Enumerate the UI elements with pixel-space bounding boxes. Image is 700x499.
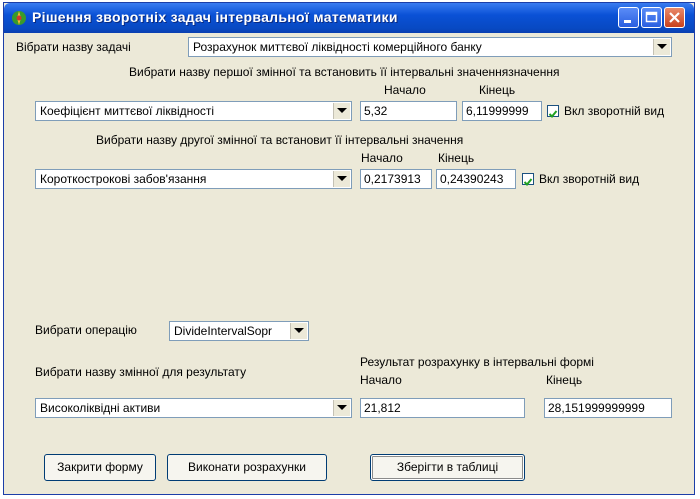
chevron-down-icon (657, 44, 667, 49)
first-var-start-input[interactable]: 5,32 (360, 101, 457, 121)
second-var-select[interactable]: Короткострокові забов'язання (35, 169, 352, 189)
close-form-button[interactable]: Закрити форму (44, 454, 156, 481)
minimize-icon (624, 20, 631, 23)
second-var-end-value: 0,24390243 (440, 172, 504, 186)
check-icon (523, 178, 533, 186)
close-icon (669, 12, 680, 23)
close-window-button[interactable] (664, 7, 685, 28)
second-var-header: Вибрати назву другої змінної та встанови… (96, 133, 464, 147)
maximize-icon (645, 11, 658, 23)
minimize-button[interactable] (618, 7, 639, 28)
first-var-select-value: Коефіцієнт миттєвої ліквідності (40, 104, 215, 118)
second-var-inverse-label: Вкл зворотній вид (539, 172, 640, 186)
result-start-field: 21,812 (360, 398, 525, 418)
task-select-value: Розрахунок миттєвої ліквідності комерцій… (193, 40, 482, 54)
task-label: Вібрати назву задачі (16, 40, 131, 54)
second-var-start-value: 0,2173913 (364, 172, 421, 186)
result-end-label: Кінець (546, 373, 583, 387)
window-title: Рішення зворотніх задач інтервальної мат… (32, 9, 398, 25)
first-var-start-value: 5,32 (364, 104, 388, 118)
app-icon (10, 9, 28, 27)
first-var-start-label: Начало (384, 83, 426, 97)
second-var-end-input[interactable]: 0,24390243 (436, 169, 516, 189)
save-table-button[interactable]: Зберігти в таблиці (370, 454, 525, 481)
result-var-label: Вибрати назву змінної для результату (35, 365, 247, 379)
result-header: Результат розрахунку в інтервальні формі (360, 355, 594, 369)
first-var-select-dropdown[interactable] (333, 103, 350, 119)
chevron-down-icon (337, 176, 347, 181)
first-var-inverse-checkbox[interactable] (547, 105, 559, 118)
result-var-select[interactable]: Високоліквідні активи (35, 398, 352, 418)
first-var-header: Вибрати назву першої змінної та встанови… (129, 65, 560, 79)
first-var-end-value: 6,11999999 (466, 104, 529, 118)
result-var-select-value: Високоліквідні активи (40, 401, 161, 415)
first-var-inverse-label: Вкл зворотній вид (564, 104, 665, 118)
result-end-value: 28,151999999999 (548, 401, 645, 415)
operation-select-value: DivideIntervalSopr (174, 324, 273, 338)
task-select-dropdown[interactable] (653, 39, 670, 55)
first-var-end-input[interactable]: 6,11999999 (462, 101, 542, 121)
chevron-down-icon (337, 405, 347, 410)
main-window: Рішення зворотніх задач інтервальної мат… (3, 2, 695, 495)
chevron-down-icon (337, 108, 347, 113)
first-var-select[interactable]: Коефіцієнт миттєвої ліквідності (35, 101, 352, 121)
second-var-inverse-checkbox[interactable] (522, 173, 534, 186)
operation-label: Вибрати операцію (35, 323, 137, 337)
chevron-down-icon (294, 328, 304, 333)
maximize-button[interactable] (641, 7, 662, 28)
result-start-value: 21,812 (364, 401, 401, 415)
first-var-end-label: Кінець (479, 83, 516, 97)
second-var-select-value: Короткострокові забов'язання (40, 172, 207, 186)
result-end-field: 28,151999999999 (544, 398, 672, 418)
check-icon (548, 110, 558, 118)
operation-select-dropdown[interactable] (290, 323, 307, 339)
second-var-select-dropdown[interactable] (333, 171, 350, 187)
task-select[interactable]: Розрахунок миттєвої ліквідності комерцій… (188, 37, 672, 57)
result-var-select-dropdown[interactable] (333, 400, 350, 416)
calculate-button[interactable]: Виконати розрахунки (167, 454, 327, 481)
second-var-start-label: Начало (361, 151, 403, 165)
result-start-label: Начало (360, 373, 402, 387)
second-var-start-input[interactable]: 0,2173913 (360, 169, 432, 189)
title-bar[interactable]: Рішення зворотніх задач інтервальної мат… (4, 3, 694, 33)
operation-select[interactable]: DivideIntervalSopr (169, 321, 309, 341)
second-var-end-label: Кінець (438, 151, 475, 165)
